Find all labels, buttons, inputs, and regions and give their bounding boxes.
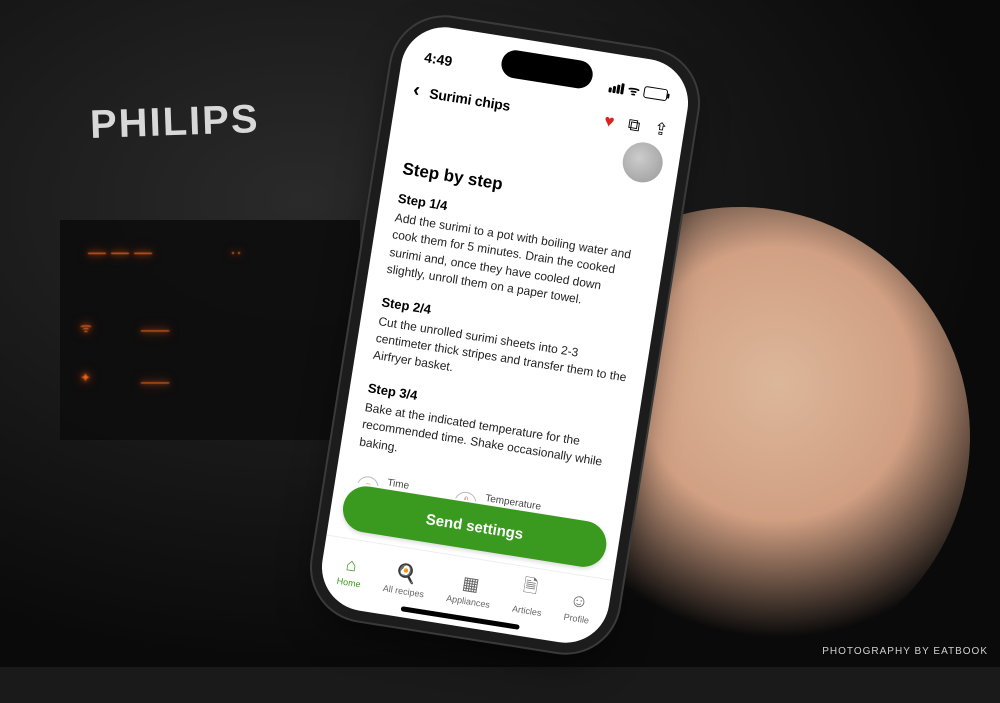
tab-home[interactable]: ⌂ Home <box>336 553 365 589</box>
articles-icon: 🗎 <box>521 573 540 605</box>
share-icon[interactable]: ⇪ <box>652 118 669 140</box>
profile-icon: ☺ <box>568 590 589 614</box>
cellular-signal-icon <box>608 81 625 94</box>
tab-label: All recipes <box>382 583 425 599</box>
tab-label: Appliances <box>446 593 491 610</box>
page-title: Surimi chips <box>428 85 511 114</box>
device-link-icon[interactable]: ⧉ <box>627 114 642 136</box>
tab-label: Articles <box>511 604 542 618</box>
tab-label: Profile <box>563 612 590 626</box>
recipe-steps-scroll[interactable]: Step by step Step 1/4 Add the surimi to … <box>335 142 675 524</box>
appliances-icon: ▦ <box>461 573 481 596</box>
home-icon: ⌂ <box>344 554 358 576</box>
tab-appliances[interactable]: ▦ Appliances <box>446 570 495 609</box>
status-time: 4:49 <box>423 49 453 69</box>
favorite-icon[interactable]: ♥ <box>603 111 616 132</box>
tab-label: Home <box>336 576 361 590</box>
appliance-control-panel: — — — ·· ᯤ ⸺ ✦ ⸺ <box>60 220 360 440</box>
back-button[interactable]: ‹ <box>411 79 421 103</box>
tab-articles[interactable]: 🗎 Articles <box>511 572 547 618</box>
tab-all-recipes[interactable]: 🍳 All recipes <box>382 560 428 599</box>
battery-icon <box>643 86 669 102</box>
recipe-thumbnail[interactable] <box>620 140 666 186</box>
recipes-icon: 🍳 <box>393 562 418 586</box>
tab-profile[interactable]: ☺ Profile <box>563 589 593 626</box>
appliance-brand: PHILIPS <box>89 97 260 148</box>
wifi-icon: ᯤ <box>627 80 642 100</box>
photo-credit: PHOTOGRAPHY BY EATBOOK <box>822 646 988 657</box>
